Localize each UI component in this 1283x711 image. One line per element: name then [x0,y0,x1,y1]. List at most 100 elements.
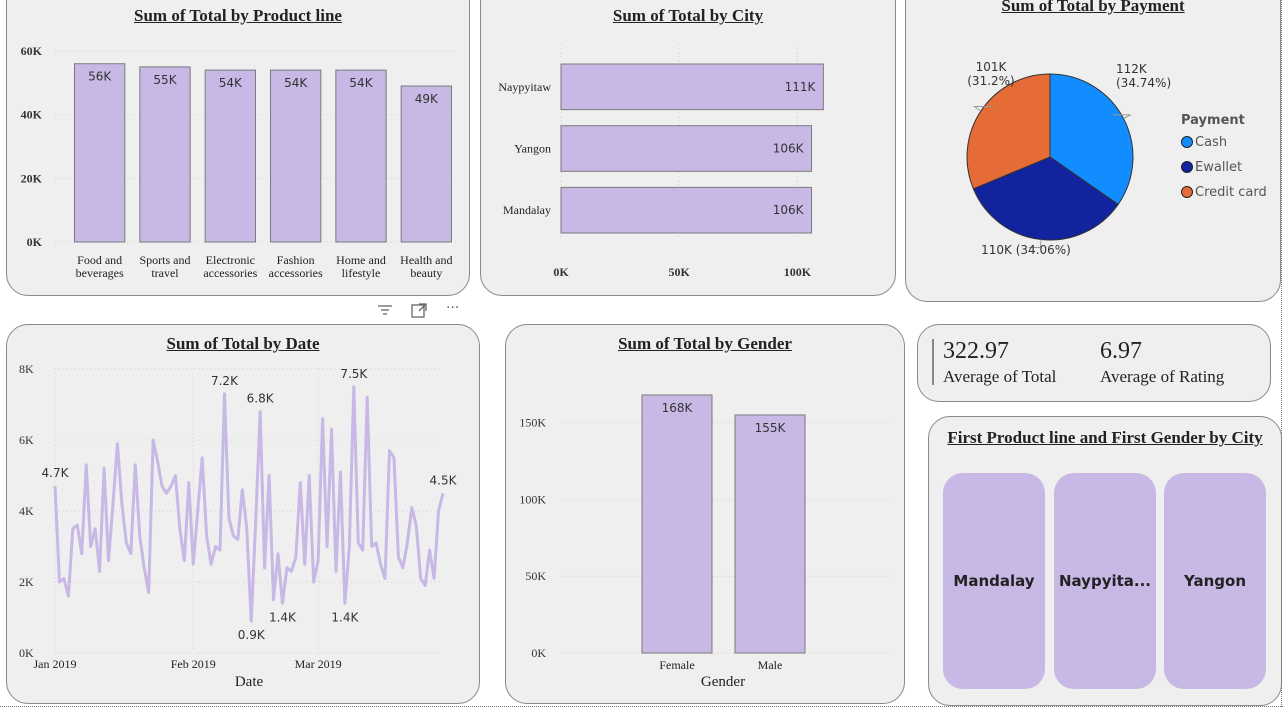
x-tick-label: Fashion [277,253,315,267]
x-tick-label: Female [659,658,694,672]
date-chart: 0K 2K 4K 6K 8K Jan 2019 Feb 2019 Mar 2019 4.7K 7.… [19,362,458,690]
x-tick-label: accessories [203,266,257,280]
more-options-icon[interactable]: ··· [446,300,459,316]
x-tick-label: lifestyle [342,266,381,280]
data-label: 7.5K [340,367,368,381]
y-tick-label: 0K [27,235,43,249]
data-label: 101K [976,60,1008,74]
data-label: 54K [349,76,373,90]
x-tick-label: Jan 2019 [34,657,77,671]
data-label: 54K [284,76,308,90]
y-tick-label: 6K [19,433,34,447]
city-card-mandalay[interactable]: Mandalay [943,473,1045,689]
data-label: (31.2%) [967,74,1014,88]
x-tick-label: travel [151,266,179,280]
x-tick-label: Health and [400,253,452,267]
city-card[interactable]: Sum of Total by City 0K 50K 100K 111K Naypyi… [480,0,896,296]
legend-marker [1181,136,1193,148]
gender-chart: 0K 50K 100K 150K 168K Female 155K Male Gender [519,394,891,690]
bar [734,414,806,654]
data-label: 110K (34.06%) [981,243,1071,257]
y-tick-label: 50K [525,569,546,583]
multirow-title: First Product line and First Gender by C… [947,428,1263,447]
city-chart: 0K 50K 100K 111K Naypyitaw 106K Yangon 106K Mand… [498,44,824,279]
x-tick-label: Sports and [140,253,191,267]
x-tick-label: Mar 2019 [295,657,342,671]
x-tick-label: accessories [269,266,323,280]
city-card-naypyitaw[interactable]: Naypyita... [1054,473,1156,689]
kpi-divider [932,339,934,385]
y-tick-label: 100K [519,492,546,506]
y-tick-label: 40K [21,108,43,122]
y-tick-label: 4K [19,504,34,518]
data-label: 168K [662,401,694,415]
data-label: 155K [755,421,787,435]
data-label: 106K [773,203,805,217]
y-tick-label: 0K [19,646,34,660]
y-tick-label: 2K [19,575,34,589]
visual-header-toolbar: ··· [370,298,470,324]
avg-total-value: 322.97 [943,338,1009,364]
page-border-right [1281,0,1282,707]
legend-marker [1181,161,1193,173]
data-label: 106K [773,142,805,156]
payment-chart: 112K(34.74%) 110K (34.06%) 101K(31.2%) Paym… [966,60,1267,257]
y-tick-label: Yangon [514,142,551,156]
avg-rating-value: 6.97 [1100,338,1142,364]
data-label: 54K [219,76,243,90]
data-label: 112K [1116,62,1148,76]
data-label: 55K [153,73,177,87]
data-label: 111K [785,80,817,94]
y-tick-label: 60K [21,44,43,58]
legend-title: Payment [1181,113,1245,128]
data-label: 49K [415,92,439,106]
x-tick-label: Food and [77,253,122,267]
multirow-card[interactable]: First Product line and First Gender by C… [928,416,1282,706]
city-card-yangon[interactable]: Yangon [1164,473,1266,689]
product-line-card[interactable]: Sum of Total by Product line 0K 20K 40K 60K… [6,0,470,296]
legend-marker [1181,186,1193,198]
data-label: (34.74%) [1116,76,1171,90]
gender-card[interactable]: Sum of Total by Gender 0K 50K 100K 150K 168K… [505,324,905,704]
legend-entry: Credit card [1195,185,1267,200]
series-line [53,385,445,623]
legend-entry: Ewallet [1195,160,1242,175]
x-tick-label: Home and [336,253,386,267]
y-tick-label: 8K [19,362,34,376]
bar [400,85,452,243]
data-label: 4.5K [430,473,458,487]
y-tick-label: 0K [531,646,546,660]
x-tick-label: beverages [76,266,124,280]
legend-entry: Cash [1195,135,1227,150]
bar [204,69,256,243]
x-tick-label: 50K [669,265,691,279]
data-label: 7.2K [211,374,239,388]
data-label: 4.7K [42,466,70,480]
avg-total-label: Average of Total [943,367,1057,386]
x-tick-label: Electronic [206,253,255,267]
data-label: 1.4K [331,610,359,624]
avg-rating-label: Average of Rating [1100,367,1225,386]
bar [74,63,126,243]
bar [335,69,387,243]
data-label: 1.4K [269,610,297,624]
data-label: 56K [88,70,112,84]
x-tick-label: beauty [410,266,442,280]
x-axis-title: Date [235,674,264,690]
kpi-card[interactable]: 322.97 Average of Total 6.97 Average of … [917,324,1271,402]
y-tick-label: 20K [21,171,43,185]
x-tick-label: 0K [553,265,569,279]
bar [270,69,322,243]
y-tick-label: Naypyitaw [498,80,551,94]
data-label: 0.9K [238,628,266,642]
product-line-chart: 0K 20K 40K 60K 56K Food andbeverages 55K Sports… [21,44,457,280]
page-border-bottom [0,706,1283,707]
data-label: 6.8K [247,392,275,406]
x-tick-label: 100K [784,265,812,279]
x-axis-title: Gender [701,674,745,690]
x-tick-label: Feb 2019 [171,657,216,671]
x-tick-label: Male [758,658,783,672]
payment-card[interactable]: Sum of Total by Payment 112K (34.74%) 110K… [905,0,1281,302]
date-card[interactable]: Sum of Total by Date 0K 2K 4K 6K 8K Jan 2019 F… [6,324,480,704]
bar [641,394,713,654]
